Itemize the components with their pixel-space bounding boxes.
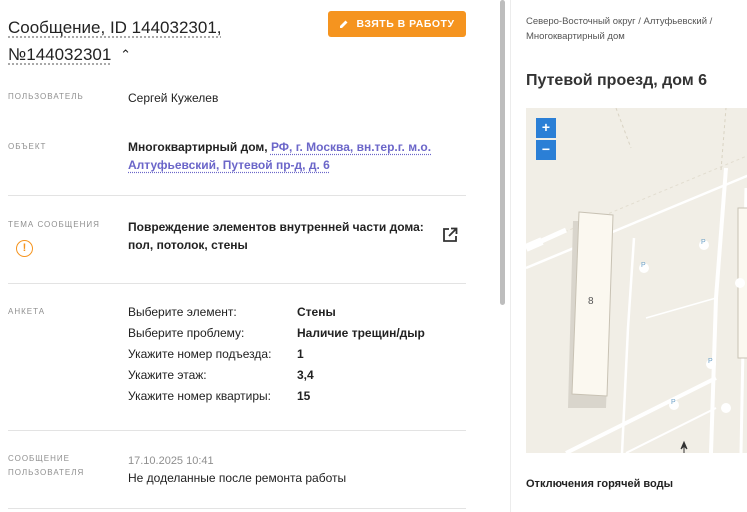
object-label: ОБЪЕКТ <box>8 142 47 151</box>
form-label: АНКЕТА <box>8 307 46 316</box>
map-canvas <box>526 108 747 453</box>
title-line-1: Сообщение, ID 144032301, <box>8 18 222 37</box>
form-key: Укажите номер квартиры: <box>128 389 272 403</box>
panel-divider <box>510 0 511 512</box>
object-address-link-2[interactable]: Алтуфьевский, Путевой пр-д, д. 6 <box>128 158 330 172</box>
form-value: Стены <box>297 305 336 319</box>
user-row: ПОЛЬЗОВАТЕЛЬ Сергей Кужелев <box>8 89 466 109</box>
zoom-in-button[interactable]: + <box>536 118 556 138</box>
form-row: АНКЕТА Выберите элемент: Стены Выберите … <box>8 302 466 412</box>
topic-row: ТЕМА СООБЩЕНИЯ ! Повреждение элементов в… <box>8 218 466 268</box>
chevron-up-icon[interactable]: ⌃ <box>120 47 131 62</box>
form-value: Наличие трещин/дыр <box>297 326 425 340</box>
form-key: Выберите элемент: <box>128 305 237 319</box>
divider <box>8 430 466 431</box>
topic-value: Повреждение элементов внутренней части д… <box>128 218 428 254</box>
form-value: 3,4 <box>297 368 314 382</box>
object-address-title: Путевой проезд, дом 6 <box>526 72 708 89</box>
page-title: Сообщение, ID 144032301, №144032301 ⌃ <box>8 14 308 69</box>
building-number-label: 8 <box>588 296 594 307</box>
title-line-2: №144032301 <box>8 45 112 64</box>
form-key: Выберите проблему: <box>128 326 245 340</box>
message-date: 17.10.2025 10:41 <box>128 455 214 467</box>
divider <box>8 195 466 196</box>
scrollbar-thumb[interactable] <box>500 0 505 305</box>
form-key: Укажите этаж: <box>128 368 207 382</box>
zoom-out-button[interactable]: − <box>536 140 556 160</box>
object-value: Многоквартирный дом, РФ, г. Москва, вн.т… <box>128 138 458 174</box>
pencil-icon <box>340 20 348 28</box>
message-text: Не доделанные после ремонта работы <box>128 471 347 485</box>
warning-icon: ! <box>16 240 33 257</box>
message-label-2: ПОЛЬЗОВАТЕЛЯ <box>8 468 85 477</box>
object-type: Многоквартирный дом, <box>128 140 268 154</box>
take-to-work-label: ВЗЯТЬ В РАБОТУ <box>356 18 455 30</box>
external-link-icon[interactable] <box>441 226 459 244</box>
breadcrumb-line-2[interactable]: Многоквартирный дом <box>526 31 625 42</box>
topic-line-1: Повреждение элементов внутренней части д… <box>128 220 424 234</box>
map[interactable]: 8 P P P P + − <box>526 108 747 453</box>
hot-water-outages-title: Отключения горячей воды <box>526 478 673 490</box>
form-value: 1 <box>297 347 304 361</box>
divider <box>8 508 466 509</box>
topic-label: ТЕМА СООБЩЕНИЯ <box>8 220 100 229</box>
object-address-link-1[interactable]: РФ, г. Москва, вн.тер.г. м.о. <box>271 140 431 154</box>
parking-icon: P <box>701 239 706 246</box>
divider <box>8 283 466 284</box>
breadcrumb-line-1[interactable]: Северо-Восточный округ / Алтуфьевский / <box>526 16 712 27</box>
topic-line-2: пол, потолок, стены <box>128 238 248 252</box>
form-key: Укажите номер подъезда: <box>128 347 272 361</box>
form-value: 15 <box>297 389 311 403</box>
user-value: Сергей Кужелев <box>128 91 219 105</box>
parking-icon: P <box>708 358 713 365</box>
take-to-work-button[interactable]: ВЗЯТЬ В РАБОТУ <box>328 11 466 37</box>
object-row: ОБЪЕКТ Многоквартирный дом, РФ, г. Москв… <box>8 138 466 178</box>
breadcrumb: Северо-Восточный округ / Алтуфьевский / … <box>526 14 747 44</box>
message-label-1: СООБЩЕНИЕ <box>8 454 70 463</box>
parking-icon: P <box>671 399 676 406</box>
parking-icon: P <box>641 262 646 269</box>
object-info-panel: Северо-Восточный округ / Алтуфьевский / … <box>526 0 747 512</box>
user-message-row: СООБЩЕНИЕ ПОЛЬЗОВАТЕЛЯ 17.10.2025 10:41 … <box>8 452 466 492</box>
user-label: ПОЛЬЗОВАТЕЛЬ <box>8 92 84 101</box>
message-details-panel: Сообщение, ID 144032301, №144032301 ⌃ ВЗ… <box>0 0 488 512</box>
